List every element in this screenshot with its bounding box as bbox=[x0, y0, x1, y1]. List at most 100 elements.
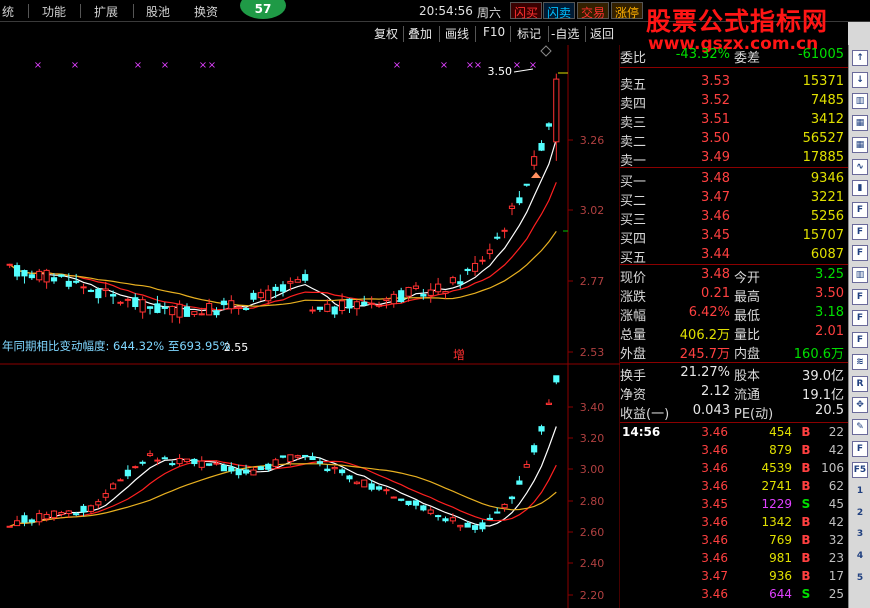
main-candle[interactable] bbox=[449, 277, 456, 284]
main-candle[interactable] bbox=[279, 284, 287, 292]
ind-candle[interactable] bbox=[176, 457, 183, 465]
main-candle[interactable] bbox=[331, 306, 338, 315]
ind-candle[interactable] bbox=[449, 517, 456, 522]
ind-candle[interactable] bbox=[95, 501, 102, 506]
ind-candle[interactable] bbox=[368, 483, 375, 490]
main-candle[interactable] bbox=[21, 270, 28, 277]
chart-icon[interactable]: ▥ bbox=[852, 93, 868, 110]
main-candle[interactable] bbox=[161, 306, 168, 309]
menu-stock-pool[interactable]: 股池 bbox=[146, 3, 170, 20]
main-candle[interactable] bbox=[73, 280, 80, 283]
main-candle[interactable] bbox=[486, 249, 493, 255]
ind-candle[interactable] bbox=[132, 466, 139, 469]
remove-watchlist-button[interactable]: -自选 bbox=[551, 25, 579, 42]
flash-sell-button[interactable]: 闪卖 bbox=[543, 2, 576, 20]
f10-icon[interactable]: F bbox=[852, 310, 868, 327]
main-candle[interactable] bbox=[390, 293, 397, 305]
main-candle[interactable] bbox=[220, 300, 227, 306]
main-candle[interactable] bbox=[257, 292, 264, 299]
main-candle[interactable] bbox=[272, 286, 279, 291]
ind-candle[interactable] bbox=[220, 465, 227, 472]
ind-candle[interactable] bbox=[198, 460, 205, 468]
ind-candle[interactable] bbox=[13, 520, 21, 527]
main-candle[interactable] bbox=[50, 277, 58, 282]
ind-candle[interactable] bbox=[383, 489, 390, 492]
flash-buy-button[interactable]: 闪买 bbox=[510, 2, 543, 20]
ind-candle[interactable] bbox=[508, 496, 516, 500]
ind-candle[interactable] bbox=[235, 469, 242, 476]
ind-candle[interactable] bbox=[50, 510, 58, 519]
f12-icon[interactable]: F bbox=[852, 288, 868, 305]
rsi-icon[interactable]: R bbox=[852, 375, 868, 392]
mark-button[interactable]: 标记 bbox=[517, 25, 541, 42]
main-candle[interactable] bbox=[110, 294, 117, 297]
ind-candle[interactable] bbox=[427, 509, 434, 514]
ind-candle[interactable] bbox=[464, 522, 471, 528]
main-candle[interactable] bbox=[169, 305, 176, 316]
main-candle[interactable] bbox=[132, 297, 139, 308]
main-candle[interactable] bbox=[353, 301, 360, 310]
main-candle[interactable] bbox=[287, 280, 294, 284]
ind-candle[interactable] bbox=[361, 479, 368, 488]
ind-candle[interactable] bbox=[501, 503, 508, 509]
restore-rights-button[interactable]: 复权 bbox=[374, 25, 398, 42]
ind-candle[interactable] bbox=[36, 513, 43, 523]
back-button[interactable]: 返回 bbox=[590, 25, 614, 42]
main-candle[interactable] bbox=[95, 288, 102, 299]
ind-candle[interactable] bbox=[146, 453, 154, 456]
ind-candle[interactable] bbox=[287, 454, 294, 463]
main-candle[interactable] bbox=[457, 281, 464, 285]
menu-switch[interactable]: 换资 bbox=[194, 3, 218, 20]
ind-candle[interactable] bbox=[87, 505, 95, 512]
main-candle[interactable] bbox=[324, 303, 331, 312]
ind-candle[interactable] bbox=[102, 493, 109, 498]
f10-button[interactable]: F10 bbox=[483, 25, 505, 39]
ind-candle[interactable] bbox=[250, 469, 257, 476]
main-candle[interactable] bbox=[36, 270, 43, 281]
main-candle[interactable] bbox=[464, 268, 471, 272]
ind-candle[interactable] bbox=[279, 455, 287, 458]
ind-candle[interactable] bbox=[545, 402, 553, 406]
ind-candle[interactable] bbox=[405, 500, 412, 506]
main-candle[interactable] bbox=[412, 285, 420, 289]
ind-candle[interactable] bbox=[58, 512, 65, 515]
main-candle[interactable] bbox=[361, 301, 368, 306]
main-candle[interactable] bbox=[420, 294, 427, 297]
main-candle[interactable] bbox=[176, 303, 183, 318]
main-candle[interactable] bbox=[494, 236, 501, 239]
f10-icon[interactable]: F bbox=[852, 440, 868, 457]
ind-candle[interactable] bbox=[110, 483, 117, 490]
ind-candle[interactable] bbox=[309, 456, 316, 461]
ind-candle[interactable] bbox=[242, 469, 250, 474]
ind-candle[interactable] bbox=[272, 459, 279, 467]
ind-candle[interactable] bbox=[80, 505, 87, 513]
ind-candle[interactable] bbox=[183, 458, 191, 463]
arrow-down-icon[interactable]: ↓ bbox=[852, 71, 868, 88]
draw-line-button[interactable]: 画线 bbox=[445, 25, 469, 42]
ind-candle[interactable] bbox=[21, 515, 28, 523]
main-candle[interactable] bbox=[65, 280, 72, 287]
main-candle[interactable] bbox=[242, 307, 250, 310]
main-candle[interactable] bbox=[206, 303, 213, 316]
main-candle[interactable] bbox=[516, 197, 523, 204]
ind-candle[interactable] bbox=[346, 475, 353, 480]
notification-badge[interactable]: 57 bbox=[240, 0, 286, 19]
main-candle[interactable] bbox=[346, 298, 353, 309]
ind-candle[interactable] bbox=[139, 461, 146, 464]
main-candle[interactable] bbox=[435, 283, 442, 293]
main-candle[interactable] bbox=[213, 310, 220, 316]
ind-candle[interactable] bbox=[265, 463, 272, 470]
main-candle[interactable] bbox=[302, 274, 309, 281]
trade-button[interactable]: 交易 bbox=[577, 2, 610, 20]
ind-candle[interactable] bbox=[161, 457, 168, 460]
main-candle[interactable] bbox=[124, 298, 131, 301]
ind-candle[interactable] bbox=[117, 479, 124, 482]
ind-candle[interactable] bbox=[213, 462, 220, 465]
main-candle[interactable] bbox=[553, 78, 560, 143]
main-candle[interactable] bbox=[235, 306, 242, 309]
arrow-up-icon[interactable]: ↑ bbox=[852, 50, 868, 66]
ind-candle[interactable] bbox=[471, 525, 479, 530]
main-candle[interactable] bbox=[6, 263, 13, 266]
main-candle[interactable] bbox=[405, 286, 412, 297]
main-candle[interactable] bbox=[316, 306, 324, 310]
